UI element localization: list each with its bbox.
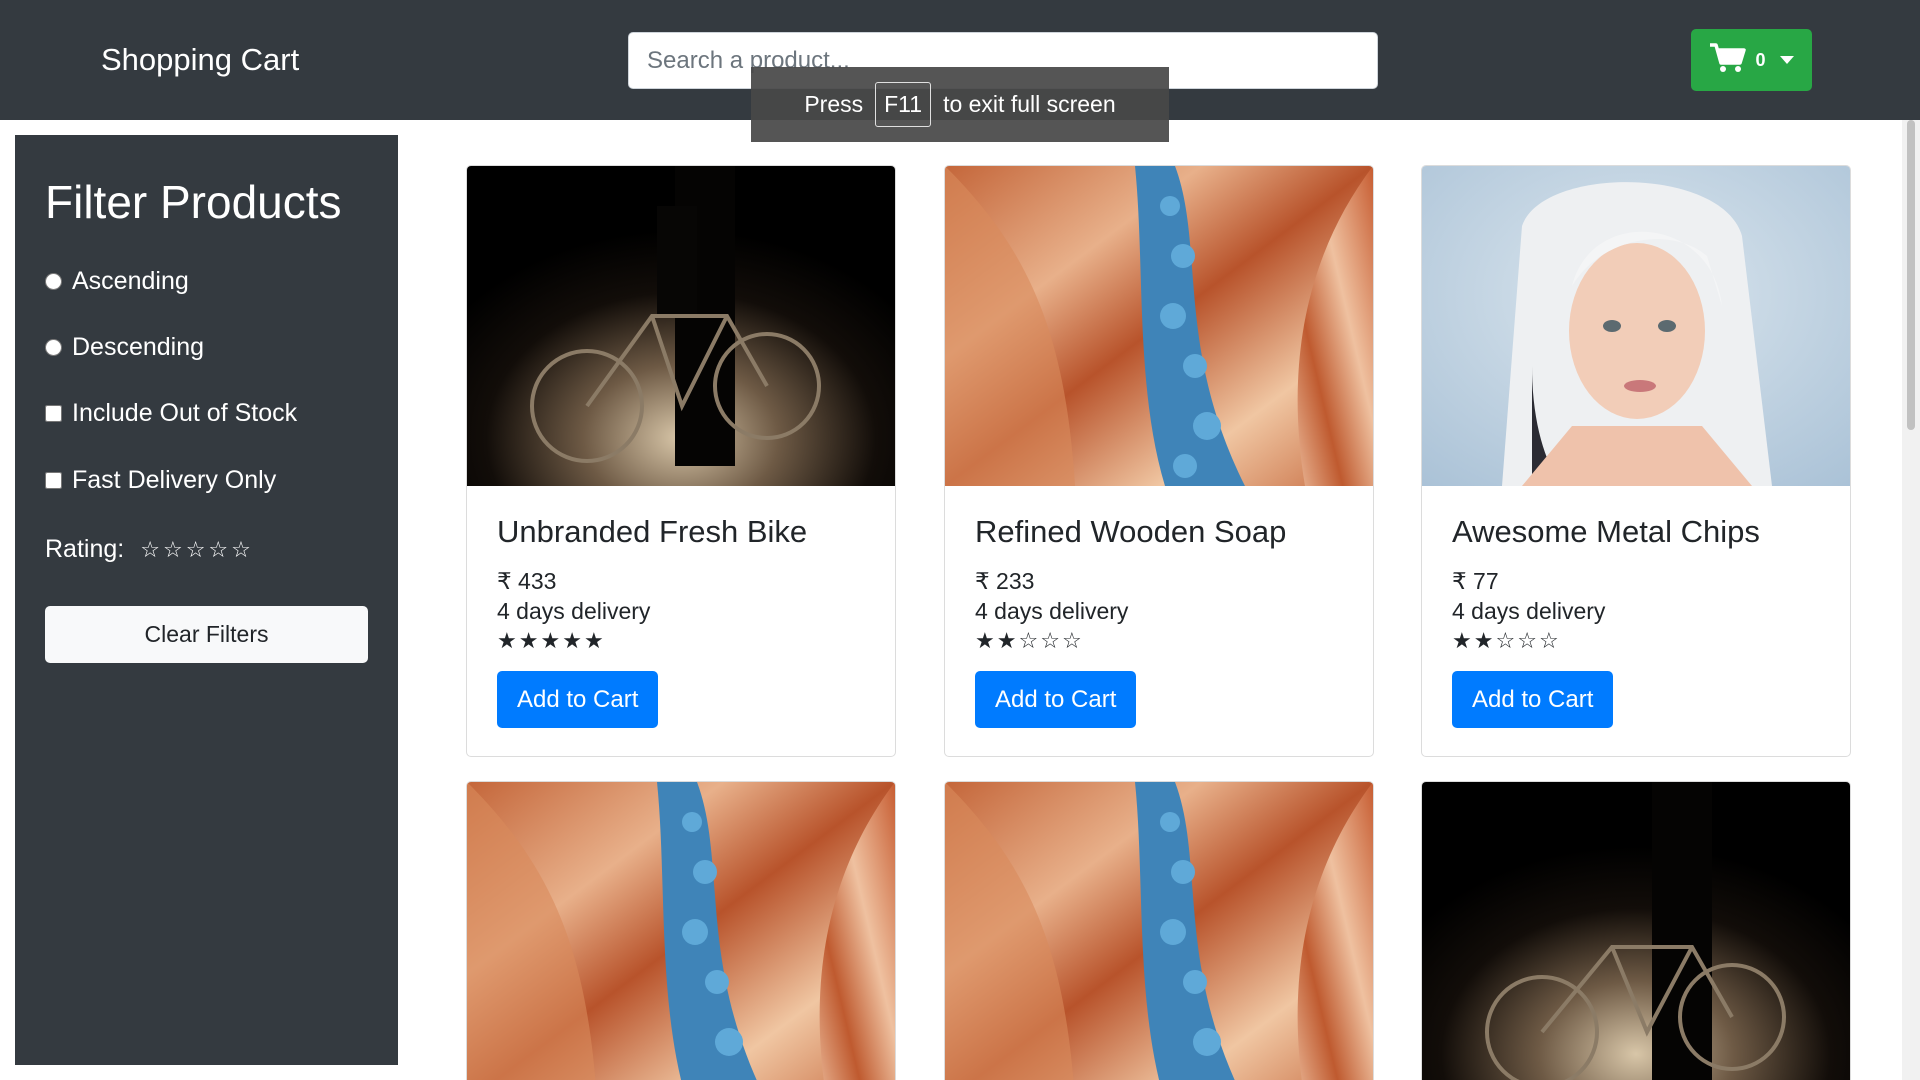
bike-photo — [1422, 782, 1850, 1080]
filter-sidebar: Filter Products Ascending Descending Inc… — [15, 135, 398, 1065]
add-to-cart-button[interactable]: Add to Cart — [1452, 671, 1614, 728]
product-card — [944, 781, 1374, 1080]
product-card: Refined Wooden Soap ₹ 233 4 days deliver… — [944, 165, 1374, 757]
star-filled-icon: ★ — [497, 628, 517, 653]
product-card — [466, 781, 896, 1080]
product-price: ₹ 233 — [975, 568, 1035, 594]
star-empty-icon: ☆ — [1040, 628, 1060, 653]
product-rating: ★ ★ ☆ ☆ ☆ — [975, 630, 1343, 656]
scrollbar-thumb[interactable] — [1907, 120, 1915, 430]
star-filled-icon: ★ — [1473, 628, 1494, 653]
product-delivery: 4 days delivery — [1452, 598, 1606, 624]
star-filled-icon: ★ — [540, 628, 561, 653]
star-empty-icon[interactable]: ☆ — [186, 538, 206, 561]
cart-count-badge: 0 — [1755, 49, 1766, 70]
bike-photo — [467, 166, 895, 486]
fullscreen-press-text: Press — [804, 91, 864, 117]
ascending-label: Ascending — [72, 267, 189, 295]
product-delivery: 4 days delivery — [975, 598, 1129, 624]
star-empty-icon: ☆ — [1495, 628, 1516, 653]
caret-down-icon — [1779, 56, 1794, 64]
product-price: ₹ 77 — [1452, 568, 1499, 594]
fast-delivery-option[interactable]: Fast Delivery Only — [45, 466, 276, 495]
rating-filter-stars[interactable]: ☆ ☆ ☆ ☆ ☆ — [140, 538, 251, 561]
star-empty-icon: ☆ — [1538, 628, 1559, 653]
product-delivery: 4 days delivery — [497, 598, 651, 624]
f11-key: F11 — [875, 82, 932, 127]
add-to-cart-button[interactable]: Add to Cart — [975, 671, 1137, 728]
add-to-cart-button[interactable]: Add to Cart — [497, 671, 659, 728]
ascending-option[interactable]: Ascending — [45, 267, 189, 296]
product-rating: ★ ★ ☆ ☆ ☆ — [1452, 630, 1820, 656]
product-name[interactable]: Awesome Metal Chips — [1452, 514, 1820, 550]
canyon-photo — [467, 782, 895, 1080]
out-of-stock-option[interactable]: Include Out of Stock — [45, 399, 297, 428]
star-empty-icon[interactable]: ☆ — [231, 538, 251, 561]
fast-delivery-label: Fast Delivery Only — [72, 466, 277, 494]
star-empty-icon: ☆ — [1018, 628, 1039, 653]
star-empty-icon[interactable]: ☆ — [140, 538, 160, 561]
brand-title[interactable]: Shopping Cart — [101, 42, 299, 78]
out-of-stock-checkbox[interactable] — [45, 405, 62, 422]
fullscreen-message: to exit full screen — [943, 91, 1116, 117]
canyon-photo — [945, 166, 1373, 486]
product-price: ₹ 433 — [497, 568, 557, 594]
product-rating: ★ ★ ★ ★ ★ — [497, 630, 865, 656]
product-name[interactable]: Unbranded Fresh Bike — [497, 514, 865, 550]
star-filled-icon: ★ — [1452, 628, 1472, 653]
page-scrollbar[interactable] — [1902, 120, 1920, 1080]
canyon-photo — [945, 782, 1373, 1080]
out-of-stock-label: Include Out of Stock — [72, 399, 298, 427]
star-empty-icon[interactable]: ☆ — [163, 538, 183, 561]
fast-delivery-checkbox[interactable] — [45, 472, 62, 489]
descending-radio[interactable] — [45, 339, 62, 356]
star-filled-icon: ★ — [518, 628, 539, 653]
product-card: Awesome Metal Chips ₹ 77 4 days delivery… — [1421, 165, 1851, 757]
rating-label: Rating: — [45, 535, 125, 563]
star-empty-icon: ☆ — [1517, 628, 1537, 653]
rating-filter: Rating: ☆ ☆ ☆ ☆ ☆ — [45, 535, 251, 564]
shopping-cart-icon — [1709, 42, 1747, 79]
star-filled-icon: ★ — [996, 628, 1017, 653]
star-filled-icon: ★ — [583, 628, 604, 653]
star-empty-icon: ☆ — [1061, 628, 1082, 653]
cart-dropdown-button[interactable]: 0 — [1691, 29, 1812, 91]
portrait-photo — [1422, 166, 1850, 486]
descending-option[interactable]: Descending — [45, 333, 204, 362]
star-filled-icon: ★ — [975, 628, 995, 653]
star-filled-icon: ★ — [562, 628, 582, 653]
ascending-radio[interactable] — [45, 273, 62, 290]
filter-title: Filter Products — [45, 176, 342, 228]
product-card — [1421, 781, 1851, 1080]
product-card: Unbranded Fresh Bike ₹ 433 4 days delive… — [466, 165, 896, 757]
fullscreen-notice: Press F11 to exit full screen — [751, 67, 1169, 142]
star-empty-icon[interactable]: ☆ — [208, 538, 228, 561]
product-name[interactable]: Refined Wooden Soap — [975, 514, 1343, 550]
descending-label: Descending — [72, 333, 205, 361]
clear-filters-button[interactable]: Clear Filters — [45, 606, 368, 663]
